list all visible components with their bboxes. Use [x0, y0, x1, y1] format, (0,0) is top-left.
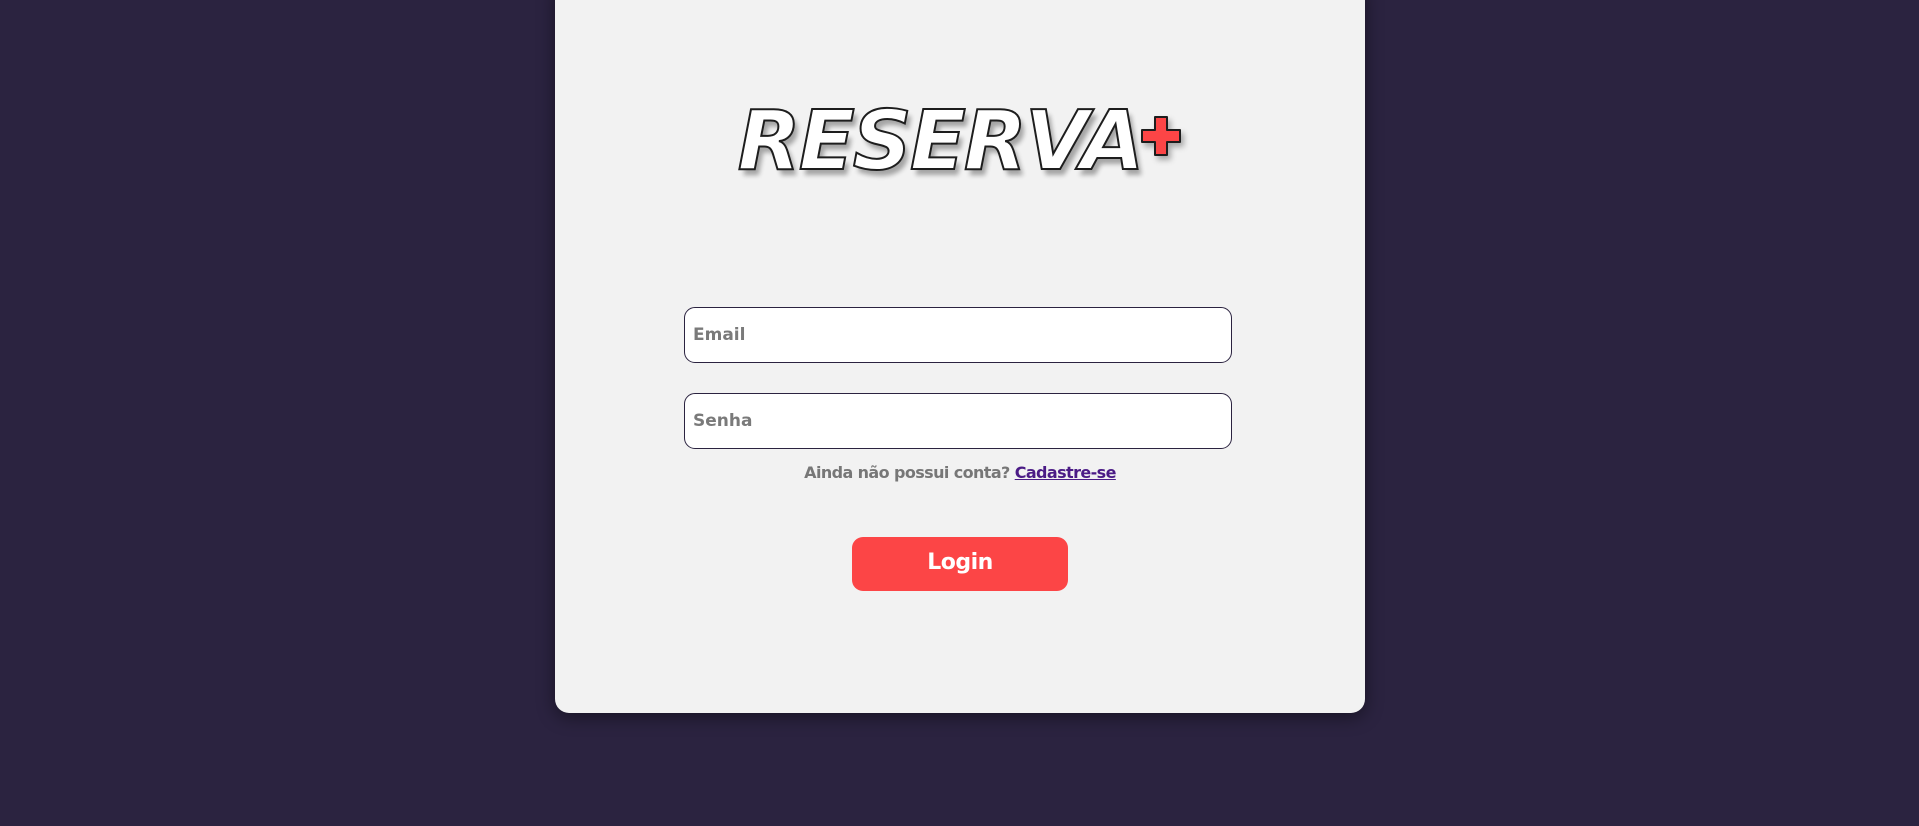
login-button[interactable]: Login	[852, 537, 1068, 591]
password-input[interactable]	[684, 393, 1232, 449]
app-logo: RESERVA	[555, 93, 1365, 190]
signup-link[interactable]: Cadastre-se	[1015, 463, 1117, 482]
plus-icon	[1140, 115, 1182, 157]
signup-prompt-text: Ainda não possui conta?	[804, 463, 1010, 482]
logo-wordmark: RESERVA	[737, 93, 1146, 190]
login-card: RESERVA Ainda não possui conta? Cadastre…	[555, 0, 1365, 713]
email-input[interactable]	[684, 307, 1232, 363]
signup-prompt-row: Ainda não possui conta? Cadastre-se	[555, 463, 1365, 482]
